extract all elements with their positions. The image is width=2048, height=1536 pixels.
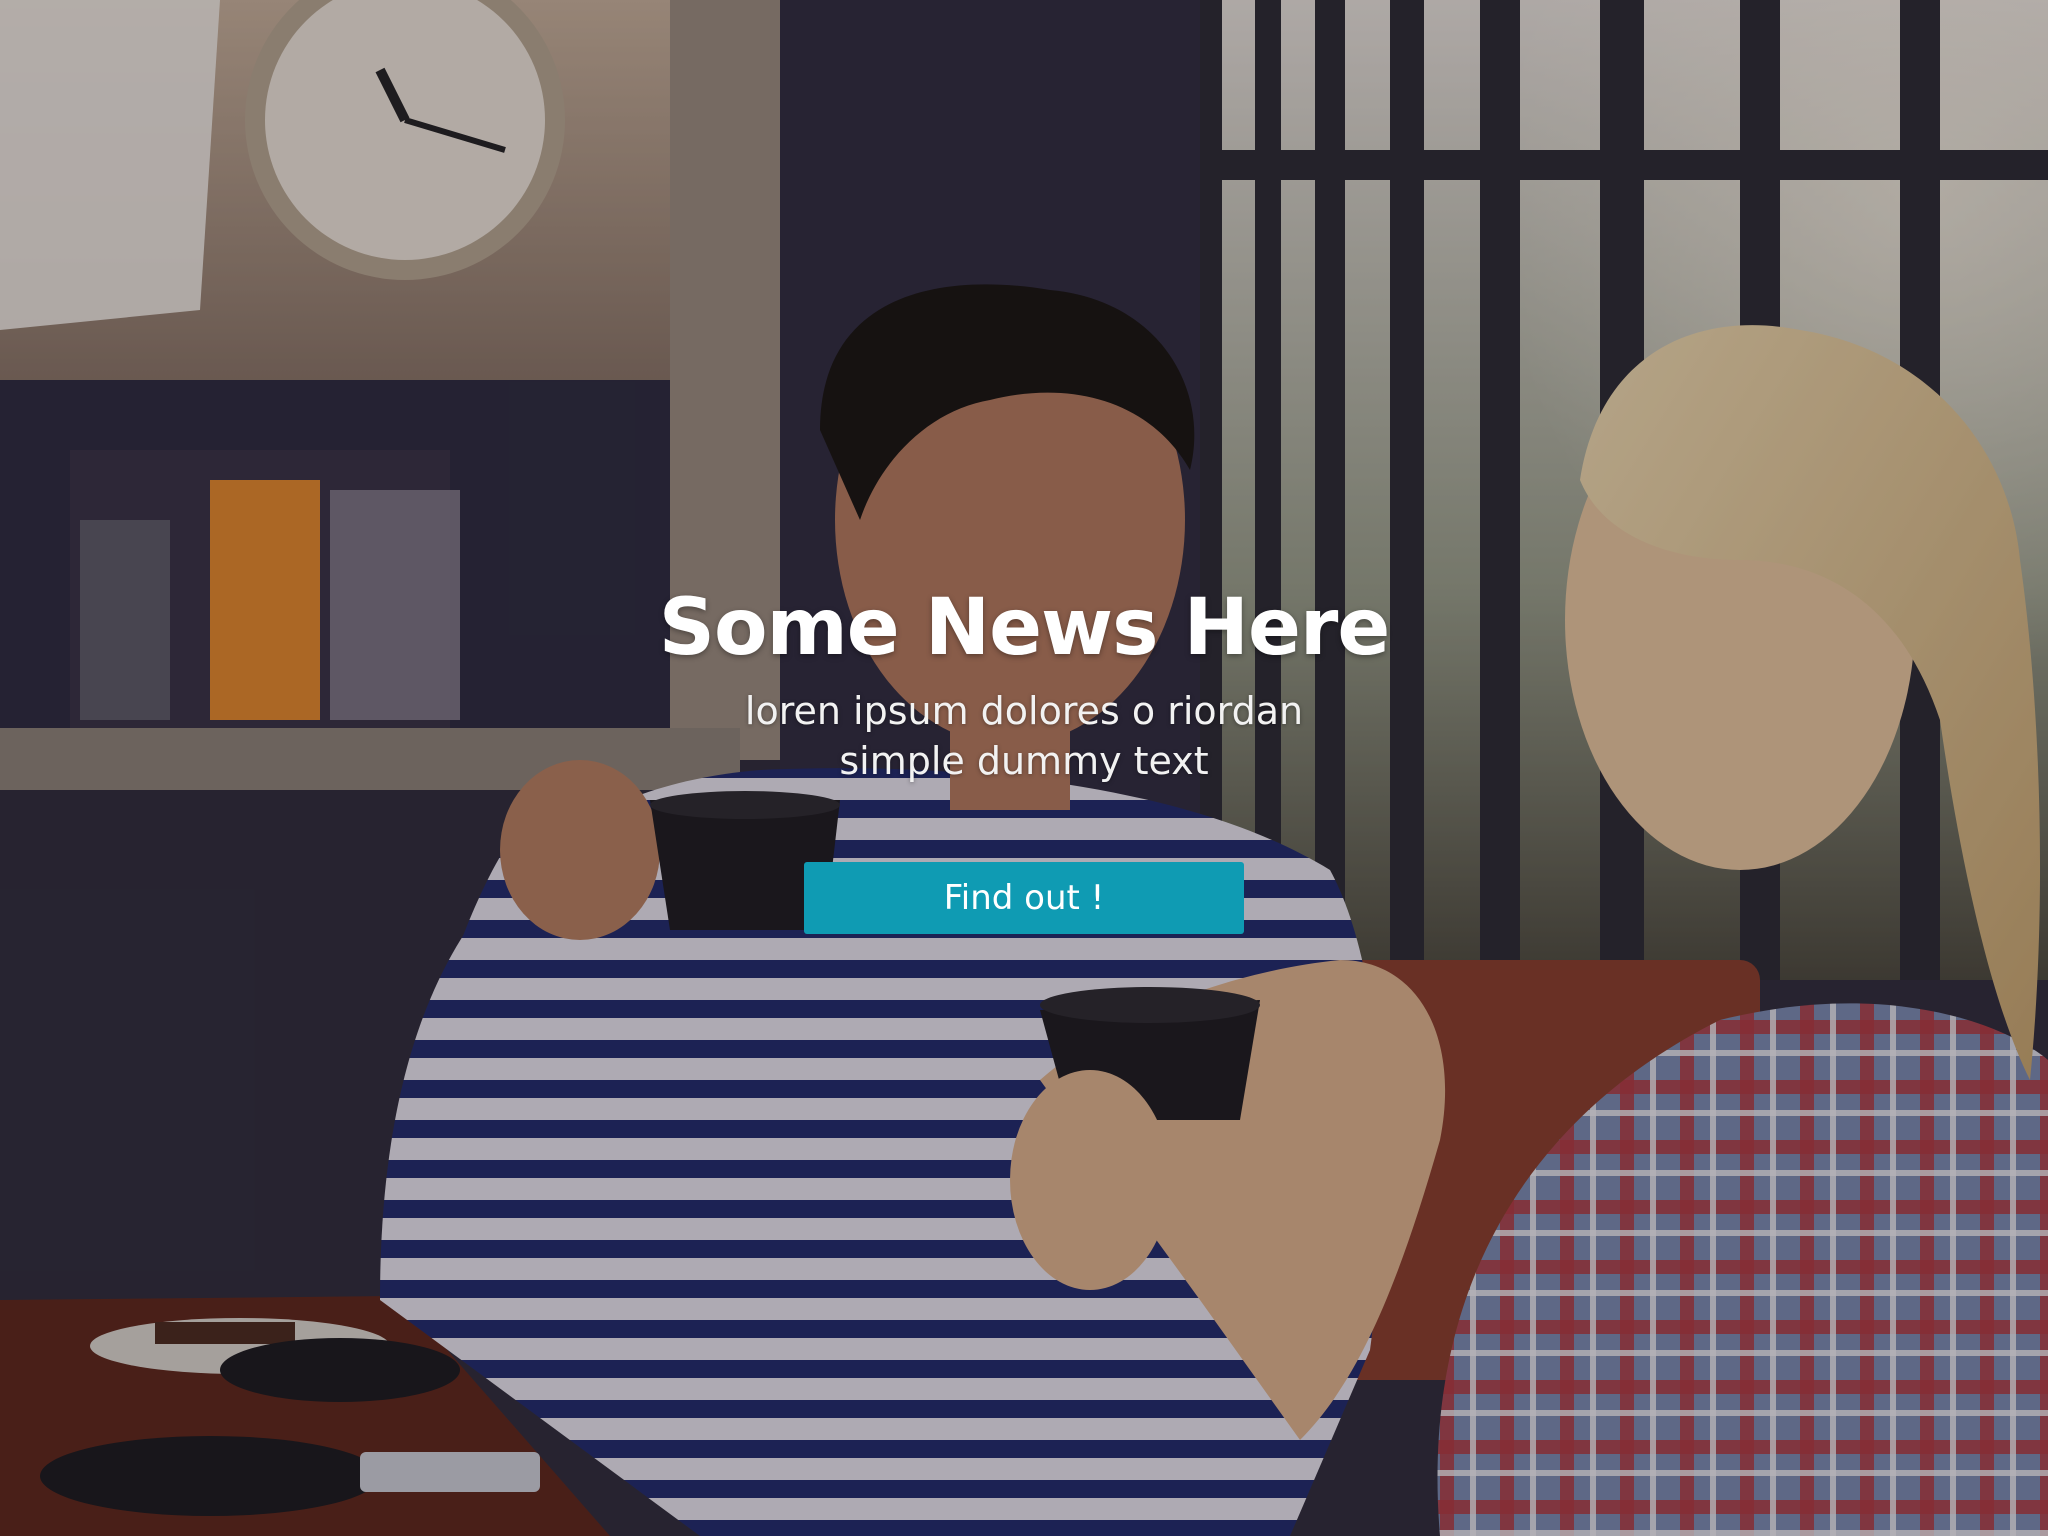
- hero-subtext: loren ipsum dolores o riordan simple dum…: [745, 686, 1303, 786]
- hero-headline: Some News Here: [658, 583, 1390, 673]
- find-out-button[interactable]: Find out !: [804, 862, 1244, 934]
- hero-subtext-line-1: loren ipsum dolores o riordan: [744, 689, 1304, 733]
- hero-banner: Some News Here loren ipsum dolores o rio…: [0, 0, 2048, 1536]
- hero-subtext-line-2: simple dummy text: [839, 739, 1209, 783]
- hero-content: Some News Here loren ipsum dolores o rio…: [0, 580, 2048, 934]
